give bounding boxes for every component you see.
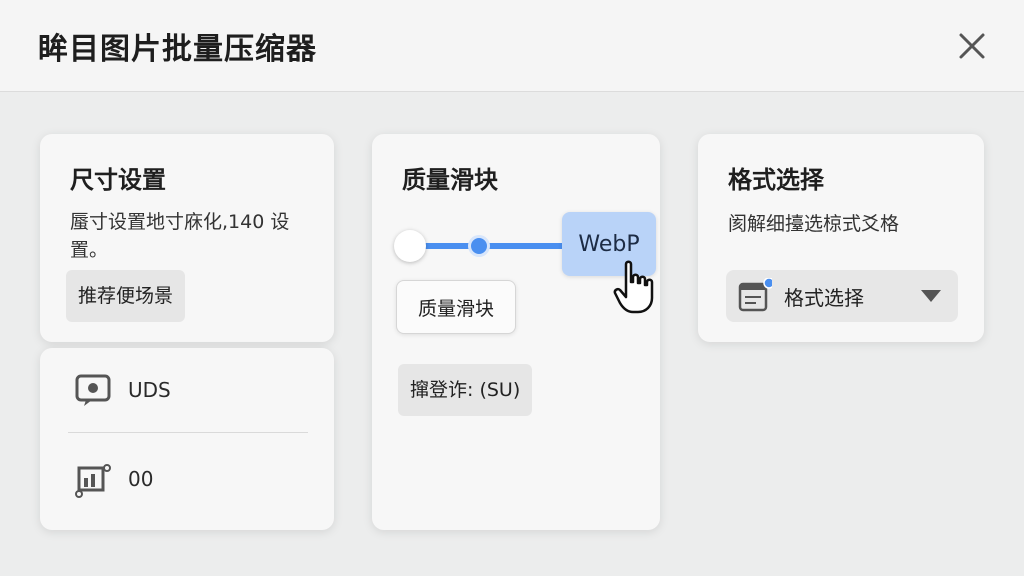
chart-icon [75,464,111,498]
format-selection-card: 格式选择 阂解细擡选椋式爻格 格式选择 [698,134,984,342]
list-item-label: 00 [128,467,154,491]
list-item[interactable]: UDS [74,372,171,408]
close-button[interactable] [952,26,992,66]
title-bar: 眸目图片批量压缩器 [0,0,1024,92]
app-window: 眸目图片批量压缩器 尺寸设置 蜃寸设置地寸庥化,140 设置。 推荐便场景 UD… [0,0,1024,576]
quality-slider-min-handle[interactable] [394,230,426,262]
document-icon [738,278,772,312]
quality-slider-tooltip: 质量滑块 [396,280,516,334]
hand-cursor-icon [613,260,654,314]
quality-slider-handle[interactable] [468,235,490,257]
quality-slider-card: 质量滑块 WebP 质量滑块 撺登诈: (SU) [372,134,660,530]
format-selection-title: 格式选择 [728,166,824,194]
recommended-scene-chip[interactable]: 推荐便场景 [66,270,186,322]
info-list-card: UDS 00 [40,348,334,530]
size-settings-title: 尺寸设置 [70,166,166,194]
size-settings-description: 蜃寸设置地寸庥化,140 设置。 [70,211,290,261]
image-frame-icon [75,374,111,406]
format-select-label: 格式选择 [784,285,864,310]
quality-info-chip[interactable]: 撺登诈: (SU) [398,364,533,416]
list-item[interactable]: 00 [74,460,153,498]
close-icon [959,33,985,59]
list-divider [68,432,308,433]
window-title: 眸目图片批量压缩器 [38,32,317,67]
format-select[interactable]: 格式选择 [726,270,958,322]
chevron-down-icon [921,290,941,302]
quality-slider-track[interactable] [406,243,576,249]
quality-slider-title: 质量滑块 [402,166,498,194]
list-item-label: UDS [128,378,171,402]
size-settings-card: 尺寸设置 蜃寸设置地寸庥化,140 设置。 推荐便场景 [40,134,334,342]
format-selection-description: 阂解细擡选椋式爻格 [728,213,900,235]
